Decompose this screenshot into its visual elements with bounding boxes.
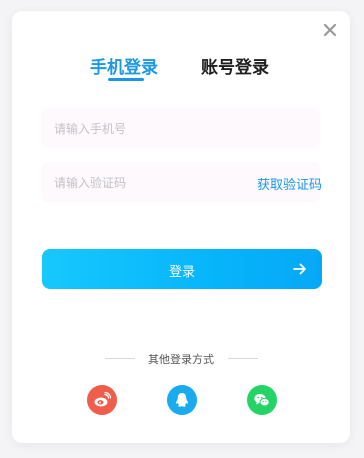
- qq-login-button[interactable]: [167, 385, 197, 415]
- other-login-label: 其他登录方式: [148, 353, 214, 366]
- tab-phone-login[interactable]: 手机登录: [90, 53, 158, 78]
- close-icon[interactable]: [321, 21, 339, 39]
- active-tab-indicator: [108, 78, 144, 81]
- verification-code-input[interactable]: [52, 162, 236, 204]
- phone-field-container: [42, 108, 320, 150]
- weibo-login-button[interactable]: [87, 385, 117, 415]
- qq-icon: [176, 393, 188, 407]
- code-field-container: 获取验证码: [42, 162, 322, 204]
- login-button[interactable]: 登录: [42, 249, 322, 289]
- wechat-login-button[interactable]: [247, 385, 277, 415]
- get-code-button[interactable]: 获取验证码: [257, 174, 322, 193]
- login-tabs: 手机登录 账号登录: [12, 51, 350, 87]
- other-login-divider: 其他登录方式: [12, 351, 350, 367]
- divider-line-right: [228, 358, 258, 359]
- weibo-icon: [94, 391, 111, 407]
- arrow-right-icon: [293, 263, 306, 275]
- login-button-label: 登录: [168, 265, 195, 280]
- tab-account-login[interactable]: 账号登录: [201, 53, 269, 78]
- wechat-icon: [254, 393, 270, 407]
- login-dialog: 手机登录 账号登录 获取验证码 登录 其他登录方式: [12, 11, 350, 443]
- phone-input[interactable]: [52, 108, 236, 150]
